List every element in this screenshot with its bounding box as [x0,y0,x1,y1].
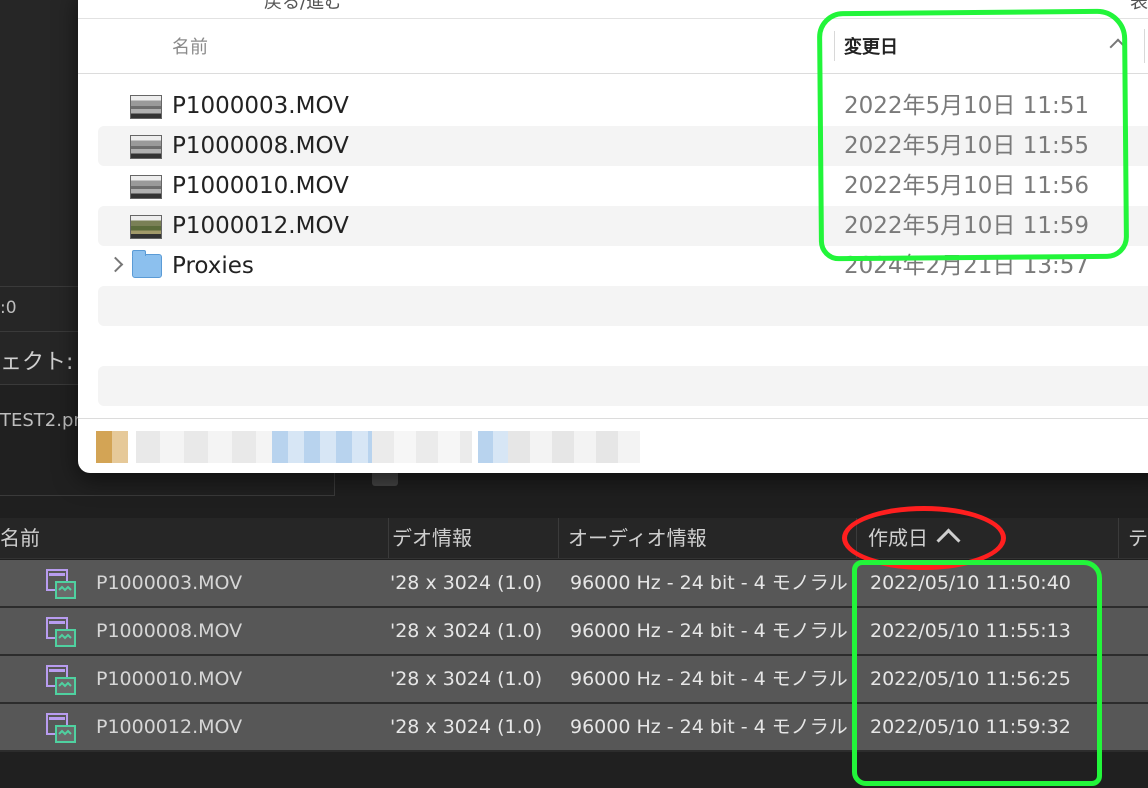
clip-video-info: '28 x 3024 (1.0) [390,716,543,738]
video-clip-icon [46,665,76,695]
blurred-path-icon [96,431,128,463]
clip-name: P1000003.MOV [96,572,243,594]
clip-name: P1000008.MOV [96,620,243,642]
file-name: P1000012.MOV [172,213,349,239]
blurred-path-segment [508,431,640,463]
clip-audio-info: 96000 Hz - 24 bit - 4 モノラル [570,620,848,642]
column-header-video-info[interactable]: デオ情報 [392,518,472,558]
video-clip-icon [46,617,76,647]
column-separator[interactable] [388,518,389,558]
clip-name: P1000010.MOV [96,668,243,690]
clip-video-info: '28 x 3024 (1.0) [390,620,543,642]
view-label[interactable]: 表 [1130,0,1148,14]
video-thumbnail-icon [130,215,162,239]
clip-audio-info: 96000 Hz - 24 bit - 4 モノラル [570,668,848,690]
green-highlight-modified-dates [816,8,1130,262]
empty-row [98,286,1148,326]
video-clip-icon [46,569,76,599]
blurred-path-segment [372,431,472,463]
clip-video-info: '28 x 3024 (1.0) [390,572,543,594]
column-header-audio-info[interactable]: オーディオ情報 [568,518,707,558]
clip-audio-info: 96000 Hz - 24 bit - 4 モノラル [570,572,848,594]
clip-video-info: '28 x 3024 (1.0) [390,668,543,690]
folder-icon [132,250,162,278]
column-separator[interactable] [1118,518,1119,558]
file-name: P1000003.MOV [172,93,349,119]
clip-audio-info: 96000 Hz - 24 bit - 4 モノラル [570,716,848,738]
column-header-next[interactable]: テ [1128,518,1148,558]
back-forward-label[interactable]: 戻る/進む [264,0,342,14]
folder-name: Proxies [172,253,254,279]
video-thumbnail-icon [130,175,162,199]
blurred-folder-icon [272,431,372,463]
search-icon[interactable] [372,472,398,486]
column-header-name[interactable]: 名前 [172,33,208,59]
disclosure-chevron-icon[interactable] [107,256,124,273]
column-separator[interactable] [1144,29,1145,63]
file-name: P1000010.MOV [172,173,349,199]
footer-divider [78,418,1148,419]
green-highlight-created-dates [852,560,1102,786]
video-thumbnail-icon [130,95,162,119]
column-separator[interactable] [558,518,559,558]
clip-name: P1000012.MOV [96,716,243,738]
timecode: :0 [0,298,17,318]
video-clip-icon [46,713,76,743]
blurred-folder-icon [478,431,508,463]
video-thumbnail-icon [130,135,162,159]
file-name: P1000008.MOV [172,133,349,159]
empty-row [98,366,1148,406]
column-header-name[interactable]: 名前 [0,518,40,558]
